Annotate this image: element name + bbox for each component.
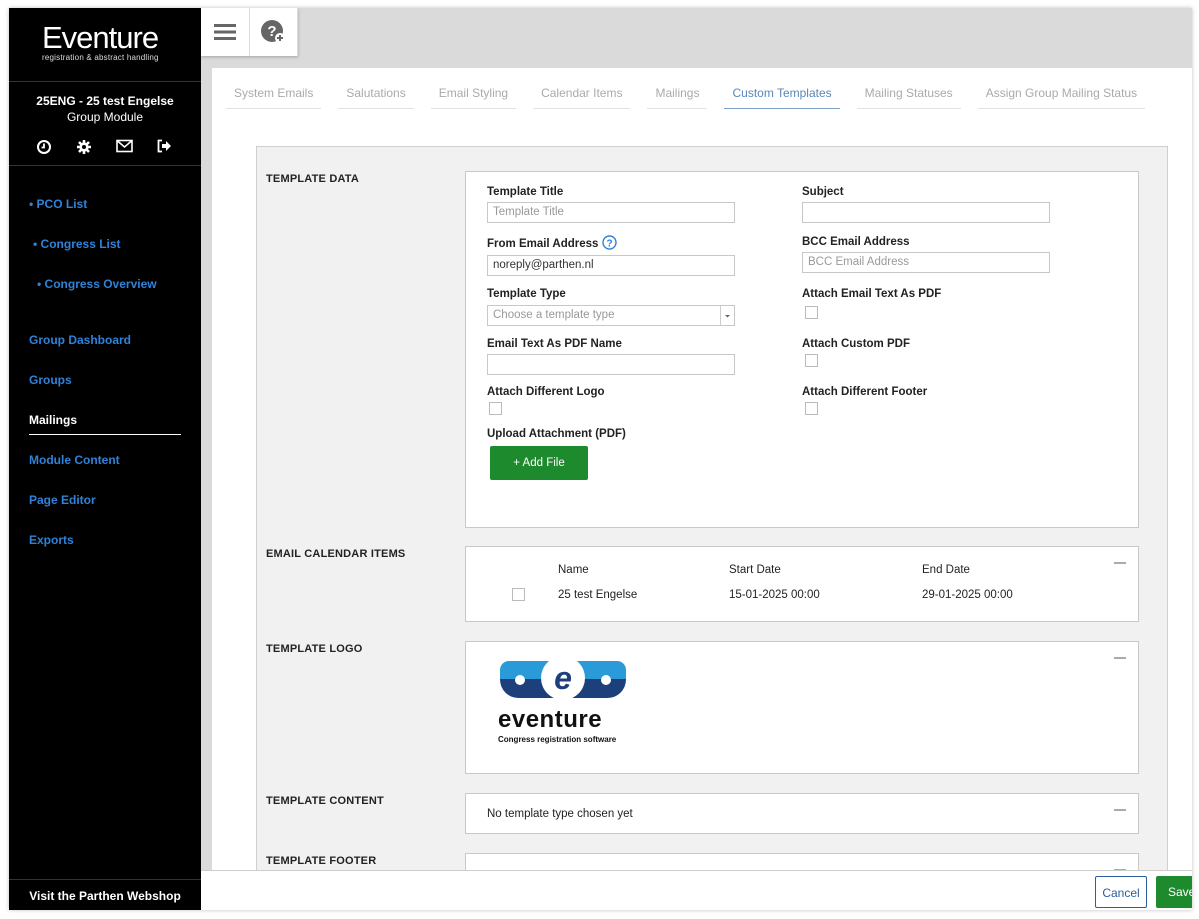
col-header-name: Name — [558, 564, 589, 576]
subject-label: Subject — [802, 186, 844, 198]
section-label-template-footer: TEMPLATE FOOTER — [266, 855, 377, 867]
section-label-template-data: TEMPLATE DATA — [266, 173, 360, 185]
brand-name: Eventure — [42, 20, 159, 55]
template-type-value: Choose a template type — [493, 309, 615, 321]
section-label-email-calendar-items: EMAIL CALENDAR ITEMS — [266, 548, 406, 560]
sidebar-item-exports[interactable]: Exports — [29, 533, 74, 547]
tab-mailings[interactable]: Mailings — [647, 82, 708, 109]
pdf-name-label: Email Text As PDF Name — [487, 338, 622, 350]
top-toolbar: ? — [201, 8, 298, 56]
tab-salutations[interactable]: Salutations — [338, 82, 414, 109]
svg-text:?: ? — [606, 238, 612, 249]
event-subtitle: Group Module — [66, 110, 144, 124]
hamburger-icon — [213, 24, 236, 40]
bcc-email-label: BCC Email Address — [802, 236, 910, 248]
template-title-label: Template Title — [487, 186, 564, 198]
calendar-item-checkbox[interactable] — [512, 588, 525, 601]
eventure-logo-mark: e — [500, 656, 626, 700]
cancel-button[interactable]: Cancel — [1095, 876, 1147, 908]
template-content-box: No template type chosen yet — [465, 793, 1139, 834]
action-bar: Cancel Save — [201, 870, 1192, 910]
help-plus-icon: ? — [261, 20, 286, 43]
tab-custom-templates[interactable]: Custom Templates — [724, 82, 840, 109]
attach-footer-label: Attach Different Footer — [802, 386, 928, 398]
logo-wordmark: eventure — [498, 706, 603, 733]
calendar-item-end: 29-01-2025 00:00 — [922, 589, 1013, 601]
sidebar-item-groups[interactable]: Groups — [29, 373, 72, 387]
col-header-start-date: Start Date — [729, 564, 781, 576]
tab-email-styling[interactable]: Email Styling — [430, 82, 517, 109]
sidebar-item-congress-list[interactable]: • Congress List — [33, 237, 121, 251]
help-button[interactable]: ? — [250, 8, 298, 56]
active-item-underline — [29, 434, 181, 435]
calendar-item-name: 25 test Engelse — [558, 589, 638, 601]
quick-actions — [9, 139, 201, 166]
logout-icon[interactable] — [153, 139, 193, 165]
attach-logo-checkbox[interactable] — [489, 402, 502, 415]
calendar-items-box: Name Start Date End Date 25 test Engelse… — [465, 546, 1139, 622]
mailing-tabs: System Emails Salutations Email Styling … — [226, 82, 1162, 109]
tab-mailing-statuses[interactable]: Mailing Statuses — [856, 82, 961, 109]
collapse-icon[interactable] — [1114, 562, 1126, 564]
svg-text:e: e — [554, 660, 572, 696]
section-label-template-logo: TEMPLATE LOGO — [266, 643, 363, 655]
webshop-link[interactable]: Visit the Parthen Webshop — [9, 879, 201, 910]
gear-icon[interactable] — [73, 139, 113, 165]
attach-pdf-label: Attach Email Text As PDF — [802, 288, 942, 300]
save-button[interactable]: Save — [1156, 876, 1192, 908]
from-email-input[interactable]: noreply@parthen.nl — [487, 255, 735, 276]
envelope-icon[interactable] — [113, 139, 153, 165]
eventure-logo-image: e eventure Congress registration softwar… — [498, 656, 638, 748]
col-header-end-date: End Date — [922, 564, 970, 576]
calendar-item-start: 15-01-2025 00:00 — [729, 589, 820, 601]
sidebar-item-module-content[interactable]: Module Content — [29, 453, 120, 467]
template-title-input[interactable]: Template Title — [487, 202, 735, 223]
event-info: 25ENG - 25 test Engelse Group Module — [9, 82, 201, 125]
sidebar: Eventure registration & abstract handlin… — [9, 8, 201, 910]
main-panel: System Emails Salutations Email Styling … — [212, 68, 1192, 910]
sidebar-item-pco-list[interactable]: • PCO List — [29, 197, 87, 211]
subject-input[interactable] — [802, 202, 1050, 223]
attach-custom-pdf-label: Attach Custom PDF — [802, 338, 910, 350]
template-data-box: Template Title Template Title Subject Fr… — [465, 171, 1139, 528]
template-type-select[interactable]: Choose a template type — [487, 305, 735, 326]
add-file-button[interactable]: + Add File — [490, 446, 588, 480]
sidebar-item-mailings[interactable]: Mailings — [29, 413, 77, 427]
template-type-label: Template Type — [487, 288, 566, 300]
from-email-label: From Email Address — [487, 238, 599, 250]
menu-toggle-button[interactable] — [201, 8, 250, 56]
attach-pdf-checkbox[interactable] — [805, 306, 818, 319]
template-editor: TEMPLATE DATA Template Title Template Ti… — [256, 146, 1168, 910]
attach-logo-label: Attach Different Logo — [487, 386, 605, 398]
tab-calendar-items[interactable]: Calendar Items — [533, 82, 631, 109]
bcc-email-input[interactable]: BCC Email Address — [802, 252, 1050, 273]
sidebar-item-group-dashboard[interactable]: Group Dashboard — [29, 333, 131, 347]
sidebar-item-page-editor[interactable]: Page Editor — [29, 493, 96, 507]
tab-assign-group-mailing-status[interactable]: Assign Group Mailing Status — [977, 82, 1146, 109]
collapse-icon[interactable] — [1114, 809, 1126, 811]
chevron-down-icon — [720, 306, 734, 325]
attach-custom-pdf-checkbox[interactable] — [805, 354, 818, 367]
attach-footer-checkbox[interactable] — [805, 402, 818, 415]
brand-tagline: registration & abstract handling — [42, 53, 159, 62]
tab-system-emails[interactable]: System Emails — [226, 82, 322, 109]
section-label-template-content: TEMPLATE CONTENT — [266, 795, 384, 807]
help-circle-icon[interactable]: ? — [602, 235, 617, 253]
logo-tagline: Congress registration software — [498, 735, 617, 744]
template-content-message: No template type chosen yet — [487, 808, 633, 820]
app-window: Eventure registration & abstract handlin… — [9, 8, 1192, 910]
sidebar-item-congress-overview[interactable]: • Congress Overview — [37, 277, 157, 291]
pdf-name-input[interactable] — [487, 354, 735, 375]
clock-icon[interactable] — [33, 139, 73, 165]
collapse-icon[interactable] — [1114, 657, 1126, 659]
brand-logo[interactable]: Eventure registration & abstract handlin… — [9, 8, 201, 82]
upload-attachment-label: Upload Attachment (PDF) — [487, 428, 626, 440]
template-logo-box: e eventure Congress registration softwar… — [465, 641, 1139, 774]
event-title: 25ENG - 25 test Engelse — [36, 94, 174, 108]
